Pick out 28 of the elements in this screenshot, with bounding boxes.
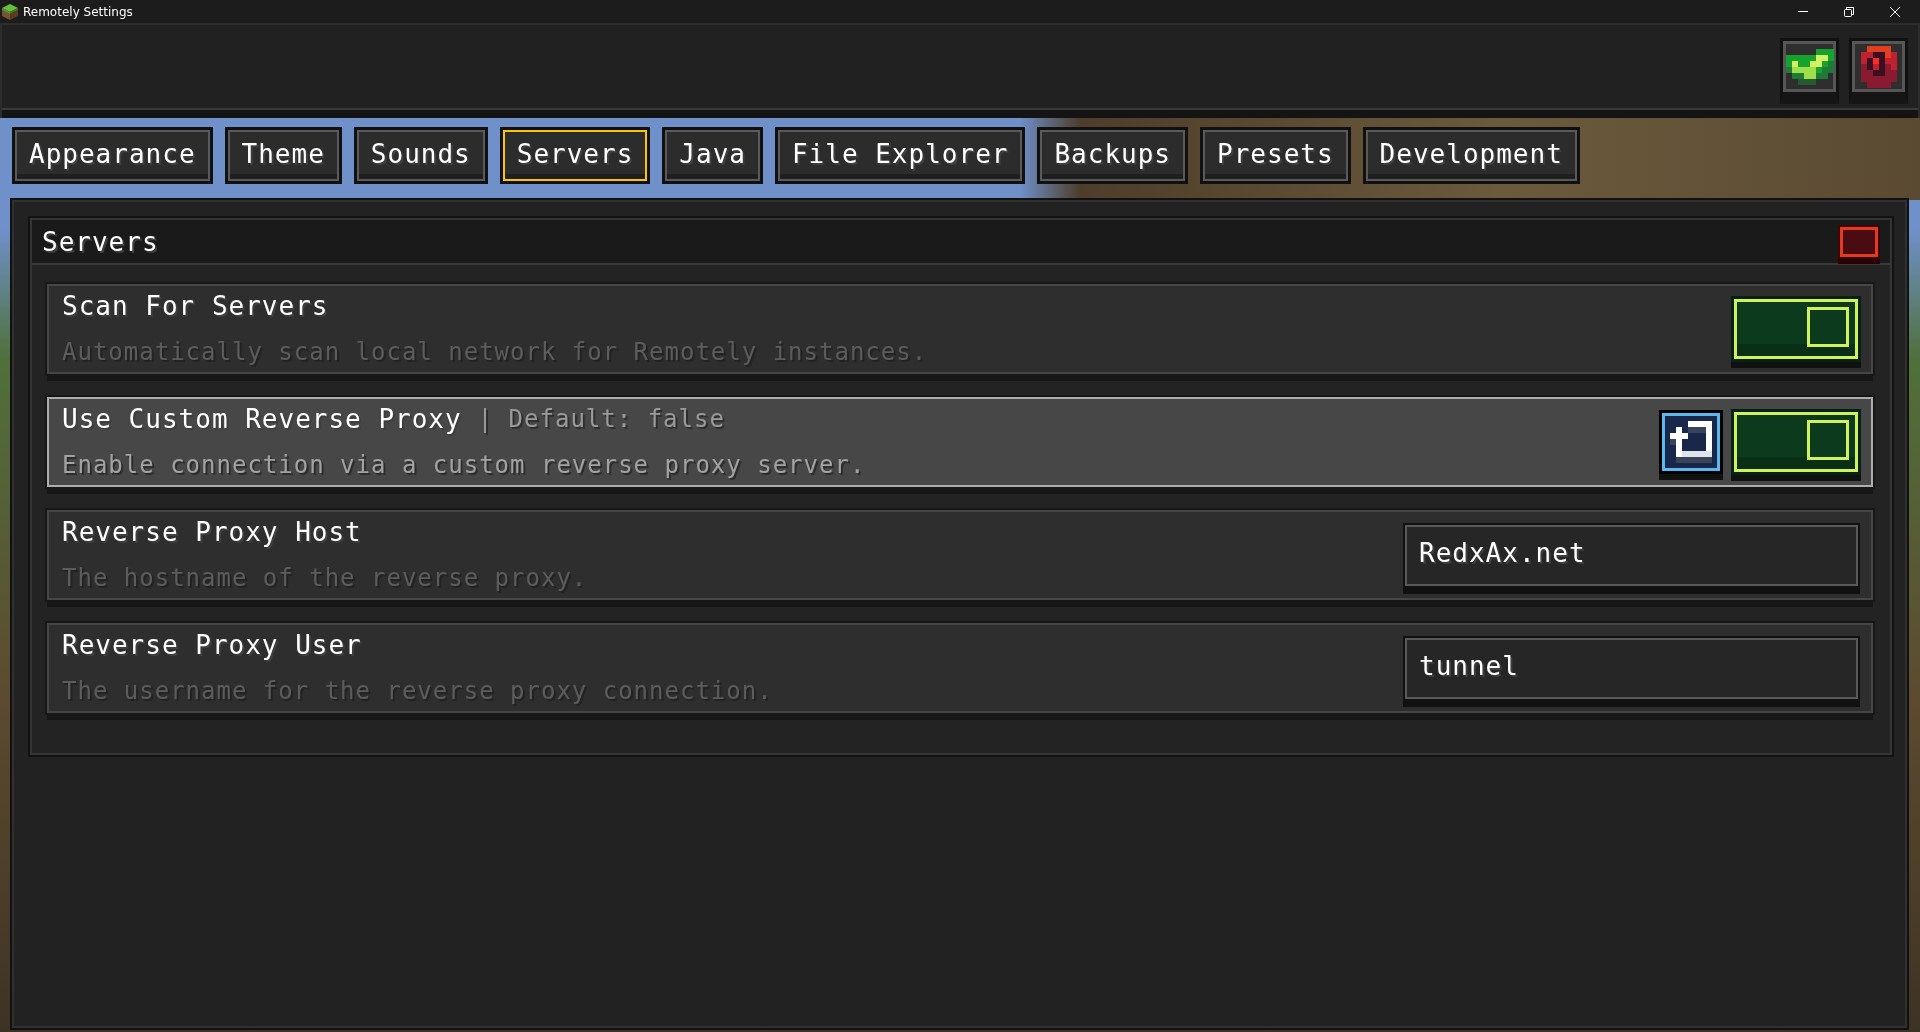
tab[interactable]: Development bbox=[1362, 127, 1580, 184]
minimize-icon bbox=[1798, 11, 1808, 12]
setting-title: Use Custom Reverse Proxy bbox=[62, 403, 462, 436]
tab[interactable]: Java bbox=[662, 127, 763, 184]
checkmark-icon bbox=[1785, 48, 1834, 85]
confirm-button[interactable] bbox=[1780, 38, 1839, 104]
setting-title: Reverse Proxy User bbox=[62, 629, 362, 662]
tab[interactable]: Appearance bbox=[12, 127, 213, 184]
tab[interactable]: Sounds bbox=[353, 127, 488, 184]
text-field[interactable]: RedxAx.net bbox=[1405, 524, 1858, 586]
tab[interactable]: Theme bbox=[224, 127, 342, 184]
restore-icon bbox=[1844, 6, 1854, 17]
tab[interactable]: Presets bbox=[1200, 127, 1351, 184]
tab[interactable]: Backups bbox=[1037, 127, 1189, 184]
setting-title: Reverse Proxy Host bbox=[62, 516, 362, 549]
text-field[interactable]: tunnel bbox=[1405, 637, 1858, 699]
section-title: Servers bbox=[42, 226, 159, 257]
tab[interactable]: File Explorer bbox=[774, 127, 1026, 184]
close-icon bbox=[1890, 6, 1900, 17]
grass-block-icon bbox=[2, 3, 18, 20]
setting-title: Scan For Servers bbox=[62, 290, 329, 323]
return-arrow-icon bbox=[1670, 421, 1712, 463]
default-note: | Default: false bbox=[477, 404, 725, 435]
cancel-button[interactable] bbox=[1849, 38, 1908, 104]
ring-icon bbox=[1860, 45, 1897, 88]
window-title: Remotely Settings bbox=[23, 4, 133, 19]
tab[interactable]: Servers bbox=[499, 127, 651, 184]
setting-description: Enable connection via a custom reverse proxy server. bbox=[62, 450, 867, 481]
